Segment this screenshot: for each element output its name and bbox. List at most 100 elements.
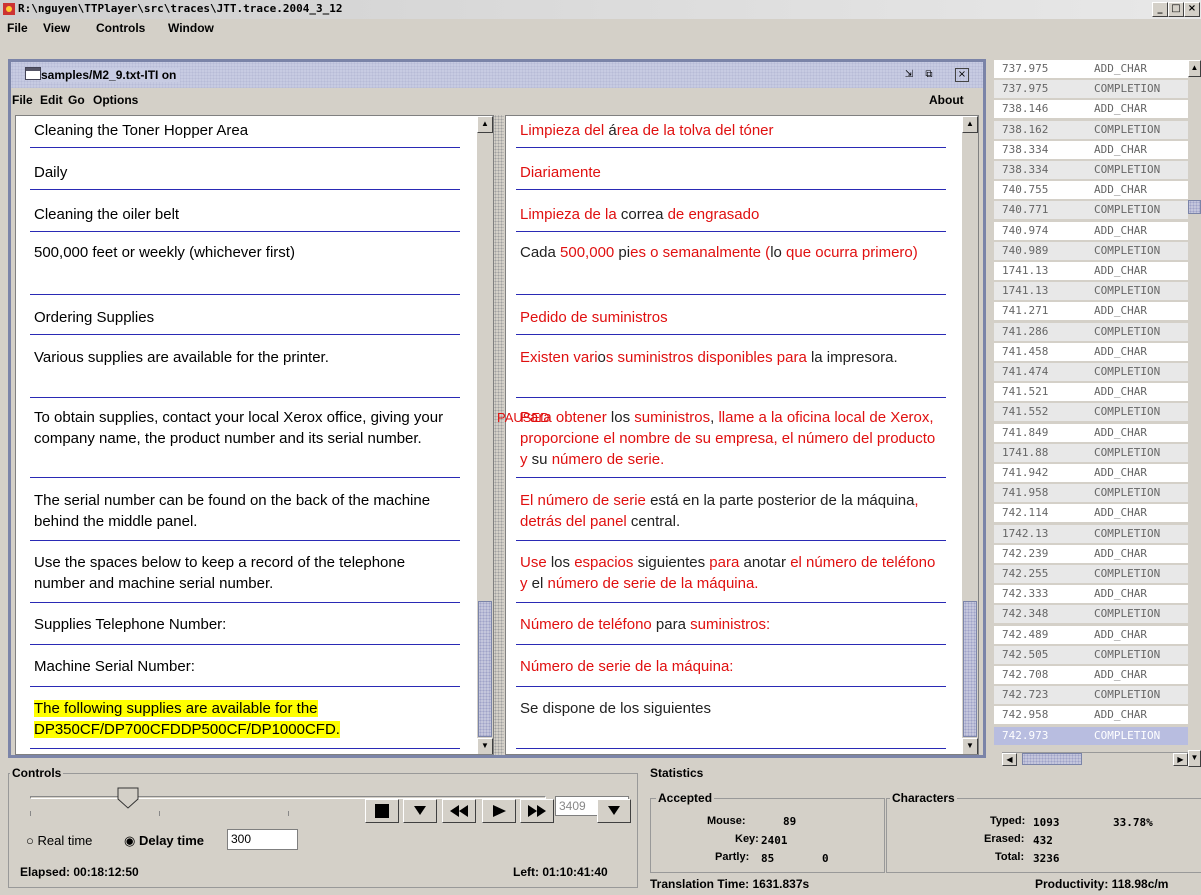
log-row[interactable]: 737.975 COMPLETION — [994, 80, 1188, 99]
log-row[interactable]: 740.989 COMPLETION — [994, 241, 1188, 260]
log-row[interactable]: 742.348 COMPLETION — [994, 605, 1188, 624]
target-segment[interactable]: Número de teléfono para suministros: — [520, 614, 940, 635]
target-segment[interactable]: Existen varios suministros disponibles p… — [520, 347, 940, 368]
log-row[interactable]: 742.723 COMPLETION — [994, 686, 1188, 705]
log-row[interactable]: 740.771 COMPLETION — [994, 201, 1188, 220]
log-row[interactable]: 742.114 ADD_CHAR — [994, 504, 1188, 523]
log-row[interactable]: 1741.88 COMPLETION — [994, 443, 1188, 462]
play-button[interactable] — [482, 799, 516, 823]
target-segment[interactable]: Se dispone de los siguientes — [520, 698, 940, 719]
target-segment[interactable]: Limpieza del área de la tolva del tóner — [520, 120, 940, 141]
source-segment[interactable]: The serial number can be found on the ba… — [34, 490, 454, 532]
stop-button[interactable] — [365, 799, 399, 823]
source-segment[interactable]: To obtain supplies, contact your local X… — [34, 407, 454, 449]
source-segment[interactable]: Various supplies are available for the p… — [34, 347, 454, 368]
scroll-down-icon[interactable]: ▼ — [1188, 750, 1201, 767]
log-row[interactable]: 738.334 COMPLETION — [994, 161, 1188, 179]
log-row[interactable]: 738.146 ADD_CHAR — [994, 100, 1188, 119]
radio-off-icon[interactable]: ○ — [26, 833, 34, 848]
log-row[interactable]: 1741.13 ADD_CHAR — [994, 262, 1188, 280]
log-row[interactable]: 742.958 ADD_CHAR — [994, 706, 1188, 725]
close-icon[interactable]: × — [955, 68, 969, 82]
target-scrollbar[interactable]: ▲ ▼ — [962, 116, 978, 754]
log-row[interactable]: 741.849 ADD_CHAR — [994, 423, 1188, 442]
scroll-right-icon[interactable]: ▶ — [1173, 753, 1188, 766]
log-hscroll-thumb[interactable] — [1022, 753, 1082, 765]
scroll-left-icon[interactable]: ◀ — [1002, 753, 1017, 766]
menu-controls[interactable]: Controls — [96, 21, 145, 35]
source-segment[interactable]: Use the spaces below to keep a record of… — [34, 552, 454, 594]
restore-icon[interactable]: ⧉ — [921, 68, 937, 82]
target-text-pane[interactable]: Limpieza del área de la tolva del tóner D… — [505, 115, 979, 755]
source-segment[interactable]: The following supplies are available for… — [34, 698, 454, 740]
doc-menu-file[interactable]: File — [12, 93, 33, 107]
scroll-up-icon[interactable]: ▲ — [1188, 60, 1201, 77]
target-segment[interactable]: El número de serie está en la parte post… — [520, 490, 940, 532]
maximize-button[interactable]: □ — [1168, 2, 1184, 17]
log-row[interactable]: 738.334 ADD_CHAR — [994, 140, 1188, 159]
scroll-down-icon[interactable]: ▼ — [962, 738, 978, 754]
target-segment[interactable]: Número de serie de la máquina: — [520, 656, 940, 677]
target-segment[interactable]: Use los espacios siguientes para anotar … — [520, 552, 940, 594]
log-row[interactable]: 742.239 ADD_CHAR — [994, 544, 1188, 563]
source-segment[interactable]: Cleaning the oiler belt — [34, 204, 454, 225]
log-row[interactable]: 741.942 ADD_CHAR — [994, 464, 1188, 482]
scroll-up-icon[interactable]: ▲ — [962, 116, 978, 133]
split-divider[interactable] — [494, 115, 504, 755]
log-scrollbar[interactable]: ▲ ▼ — [1188, 60, 1201, 767]
log-scroll-thumb[interactable] — [1188, 200, 1201, 214]
log-row[interactable]: 1742.13 COMPLETION — [994, 524, 1188, 543]
doc-menu-options[interactable]: Options — [93, 93, 138, 107]
doc-menu-go[interactable]: Go — [68, 93, 85, 107]
menu-window[interactable]: Window — [168, 21, 214, 35]
doc-menu-about[interactable]: About — [929, 93, 964, 107]
log-row[interactable]: 740.974 ADD_CHAR — [994, 221, 1188, 240]
log-row[interactable]: 741.552 COMPLETION — [994, 403, 1188, 422]
dropdown-button-2[interactable] — [597, 799, 631, 823]
minimize-button[interactable]: _ — [1152, 2, 1168, 17]
menu-file[interactable]: File — [7, 21, 28, 35]
log-row[interactable]: 740.755 ADD_CHAR — [994, 181, 1188, 200]
log-row[interactable]: 742.255 COMPLETION — [994, 565, 1188, 583]
target-segment[interactable]: Diariamente — [520, 162, 940, 183]
document-titlebar[interactable]: samples/M2_9.txt-ITI on ⇲ ⧉ × — [11, 62, 983, 88]
source-segment[interactable]: 500,000 feet or weekly (whichever first) — [34, 242, 454, 263]
target-segment[interactable]: Para obtener los suministros, llame a la… — [520, 407, 940, 470]
source-segment[interactable]: Daily — [34, 162, 454, 183]
source-text-pane[interactable]: Cleaning the Toner Hopper Area Daily Clean… — [15, 115, 494, 755]
dropdown-button[interactable] — [403, 799, 437, 823]
iconify-icon[interactable]: ⇲ — [901, 68, 917, 82]
target-scroll-thumb[interactable] — [963, 601, 977, 737]
log-row[interactable]: 741.458 ADD_CHAR — [994, 342, 1188, 361]
log-row[interactable]: 741.958 COMPLETION — [994, 484, 1188, 503]
log-row[interactable]: 738.162 COMPLETION — [994, 120, 1188, 139]
log-row[interactable]: 1741.13 COMPLETION — [994, 282, 1188, 301]
source-scroll-thumb[interactable] — [478, 601, 492, 737]
log-row[interactable]: 742.973 COMPLETION — [994, 726, 1188, 745]
log-row[interactable]: 742.708 ADD_CHAR — [994, 666, 1188, 684]
doc-menu-edit[interactable]: Edit — [40, 93, 63, 107]
delaytime-radio[interactable]: ◉ Delay time — [124, 833, 204, 849]
source-segment[interactable]: Machine Serial Number: — [34, 656, 454, 677]
source-scrollbar[interactable]: ▲ ▼ — [477, 116, 493, 754]
slider-thumb[interactable] — [117, 787, 139, 809]
fast-forward-button[interactable] — [520, 799, 554, 823]
log-row[interactable]: 742.505 COMPLETION — [994, 645, 1188, 664]
target-segment[interactable]: Pedido de suministros — [520, 307, 940, 328]
menu-view[interactable]: View — [43, 21, 70, 35]
delay-value-field[interactable]: 300 — [227, 829, 298, 850]
realtime-radio[interactable]: ○ Real time — [26, 833, 92, 848]
scroll-down-icon[interactable]: ▼ — [477, 738, 493, 754]
log-row[interactable]: 737.975 ADD_CHAR — [994, 60, 1188, 78]
log-row[interactable]: 742.489 ADD_CHAR — [994, 625, 1188, 644]
event-log[interactable]: 737.975 ADD_CHAR 737.975 COMPLETION 738.146 A… — [994, 60, 1188, 750]
rewind-button[interactable] — [442, 799, 476, 823]
source-segment[interactable]: Ordering Supplies — [34, 307, 454, 328]
radio-on-icon[interactable]: ◉ — [124, 833, 135, 848]
log-hscrollbar[interactable]: ◀ ▶ — [1002, 752, 1188, 766]
close-button[interactable]: × — [1184, 2, 1200, 17]
log-row[interactable]: 741.521 ADD_CHAR — [994, 383, 1188, 402]
scroll-up-icon[interactable]: ▲ — [477, 116, 493, 133]
source-segment[interactable]: Cleaning the Toner Hopper Area — [34, 120, 454, 141]
log-row[interactable]: 741.474 COMPLETION — [994, 363, 1188, 381]
